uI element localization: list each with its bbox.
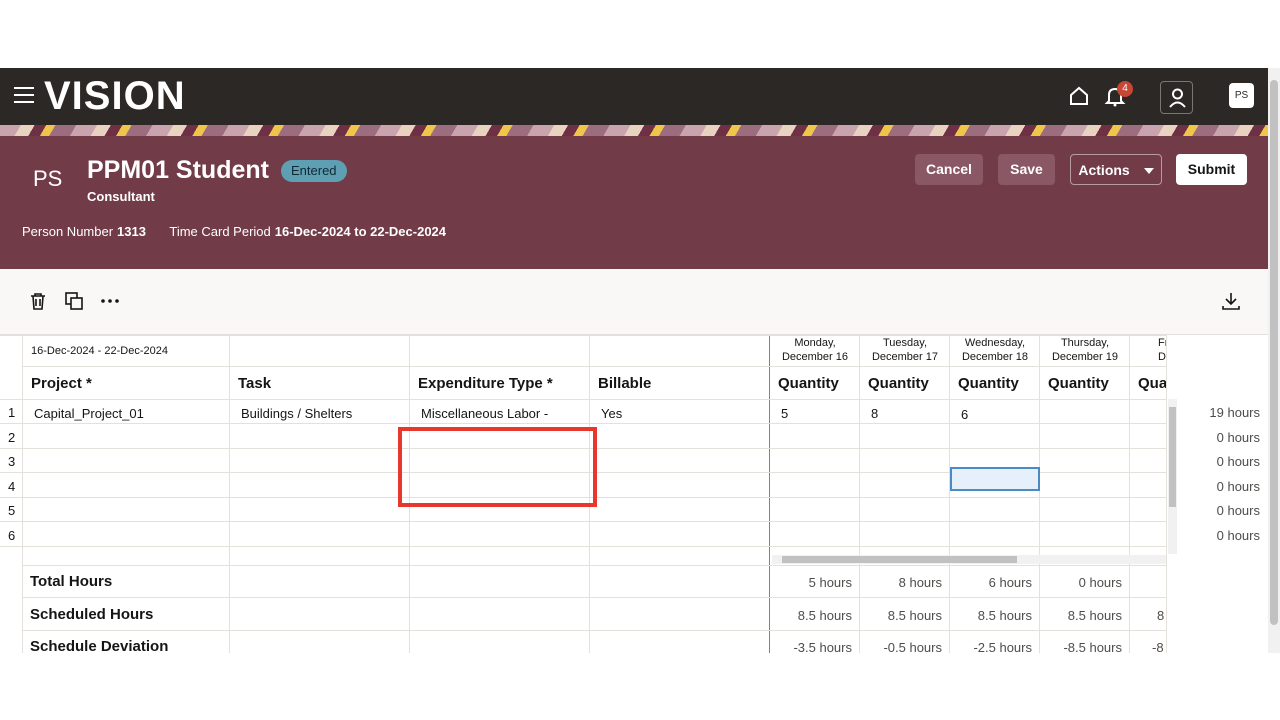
save-button[interactable]: Save <box>998 154 1055 185</box>
row-number: 1 <box>8 405 16 420</box>
person-name: PPM01 Student <box>87 156 269 184</box>
person-number-label: Person Number <box>22 224 114 239</box>
page-scrollbar[interactable] <box>1268 68 1280 653</box>
deviation-tue: -0.5 hours <box>883 640 942 653</box>
timecard-meta: Person Number 1313 Time Card Period 16-Dec… <box>22 224 466 239</box>
user-avatar[interactable]: PS <box>1229 83 1254 108</box>
header-quantity-fri[interactable]: Qua <box>1138 375 1166 392</box>
actions-label: Actions <box>1078 162 1130 178</box>
day-name: Fr <box>1158 337 1166 349</box>
cancel-button[interactable]: Cancel <box>915 154 983 185</box>
row-hours: 0 hours <box>1216 430 1260 445</box>
row-hours: 0 hours <box>1216 454 1260 469</box>
scheduled-wed: 8.5 hours <box>977 608 1032 623</box>
scheduled-thu: 8.5 hours <box>1067 608 1122 623</box>
day-header-thu: Thursday, December 19 <box>1040 336 1130 364</box>
person-role: Consultant <box>87 189 155 204</box>
day-name: Thursday, <box>1060 337 1110 349</box>
day-date: December 18 <box>961 351 1029 363</box>
total-tue: 8 hours <box>898 575 942 590</box>
quantity-wed-cell-selected[interactable] <box>950 467 1040 491</box>
row-number: 5 <box>8 503 16 518</box>
header-quantity-mon[interactable]: Quantity <box>778 375 839 392</box>
actions-menu-button[interactable]: Actions <box>1070 154 1162 185</box>
expenditure-type-cell[interactable]: Miscellaneous Labor - <box>421 406 548 421</box>
day-header-tue: Tuesday, December 17 <box>860 336 950 364</box>
chevron-down-icon <box>1143 168 1154 175</box>
header-quantity-thu[interactable]: Quantity <box>1048 375 1109 392</box>
grid-vertical-scrollbar[interactable] <box>1168 399 1177 554</box>
person-initials: PS <box>33 166 63 191</box>
total-mon: 5 hours <box>808 575 852 590</box>
timecard-header: PS PPM01 Student Entered Consultant Pers… <box>0 136 1268 269</box>
header-billable[interactable]: Billable <box>598 375 651 392</box>
scheduled-fri: 8 <box>1157 608 1165 623</box>
day-header-wed: Wednesday, December 18 <box>950 336 1040 364</box>
row-number: 2 <box>8 430 16 445</box>
header-quantity-tue[interactable]: Quantity <box>868 375 929 392</box>
user-icon[interactable] <box>1160 81 1193 114</box>
scheduled-mon: 8.5 hours <box>797 608 852 623</box>
row-number: 3 <box>8 454 16 469</box>
row-hours: 0 hours <box>1216 528 1260 543</box>
quantity-mon-cell[interactable]: 5 <box>781 406 788 421</box>
day-date: December 19 <box>1051 351 1119 363</box>
notification-badge: 4 <box>1117 81 1133 97</box>
day-header-fri: Fr Dece <box>1130 336 1166 364</box>
total-thu: 0 hours <box>1078 575 1122 590</box>
row-hours: 19 hours <box>1209 405 1260 420</box>
total-wed: 6 hours <box>988 575 1032 590</box>
menu-icon[interactable] <box>14 87 34 103</box>
delete-icon[interactable] <box>28 291 48 311</box>
highlight-box <box>398 427 597 507</box>
app-logo[interactable]: VISION <box>44 74 186 119</box>
day-date: Dece <box>1158 351 1166 363</box>
row-hours: 0 hours <box>1216 479 1260 494</box>
project-cell[interactable]: Capital_Project_01 <box>34 406 144 421</box>
top-bar: VISION 4 PS <box>0 68 1268 125</box>
day-date: December 17 <box>871 351 939 363</box>
scheduled-tue: 8.5 hours <box>887 608 942 623</box>
schedule-deviation-label: Schedule Deviation <box>30 638 169 653</box>
day-name: Monday, <box>794 337 836 349</box>
header-task[interactable]: Task <box>238 375 271 392</box>
deviation-mon: -3.5 hours <box>793 640 852 653</box>
home-icon[interactable] <box>1068 85 1090 107</box>
deviation-thu: -8.5 hours <box>1063 640 1122 653</box>
header-expenditure-type[interactable]: Expenditure Type * <box>418 375 553 392</box>
day-name: Wednesday, <box>964 337 1026 349</box>
deviation-wed: -2.5 hours <box>973 640 1032 653</box>
day-header-mon: Monday, December 16 <box>770 336 860 364</box>
app-frame: VISION 4 PS PS PPM01 Student Entered Con… <box>0 68 1280 653</box>
decorative-banner <box>0 125 1268 136</box>
row-number: 6 <box>8 528 16 543</box>
person-number: 1313 <box>117 224 146 239</box>
task-cell[interactable]: Buildings / Shelters <box>241 406 352 421</box>
billable-cell[interactable]: Yes <box>601 406 622 421</box>
period-label: Time Card Period <box>169 224 271 239</box>
scheduled-hours-label: Scheduled Hours <box>30 606 154 623</box>
quantity-wed-cell[interactable]: 6 <box>961 407 968 422</box>
grid-toolbar <box>0 269 1268 335</box>
day-date: December 16 <box>781 351 849 363</box>
date-range: 16-Dec-2024 - 22-Dec-2024 <box>31 345 168 357</box>
grid-horizontal-scrollbar[interactable] <box>772 555 1166 564</box>
row-hours: 0 hours <box>1216 503 1260 518</box>
timecard-grid: 16-Dec-2024 - 22-Dec-2024 Project * Task… <box>0 335 1268 653</box>
day-name: Tuesday, <box>882 337 928 349</box>
status-badge: Entered <box>281 160 347 182</box>
header-project[interactable]: Project * <box>31 375 92 392</box>
download-icon[interactable] <box>1221 291 1241 311</box>
quantity-tue-cell[interactable]: 8 <box>871 406 878 421</box>
more-options-icon[interactable] <box>100 291 120 311</box>
deviation-fri: -8 <box>1152 640 1164 653</box>
period-value: 16-Dec-2024 to 22-Dec-2024 <box>274 224 447 239</box>
submit-button[interactable]: Submit <box>1176 154 1247 185</box>
total-hours-label: Total Hours <box>30 573 113 590</box>
duplicate-icon[interactable] <box>64 291 84 311</box>
row-number: 4 <box>8 479 16 494</box>
header-quantity-wed[interactable]: Quantity <box>958 375 1019 392</box>
